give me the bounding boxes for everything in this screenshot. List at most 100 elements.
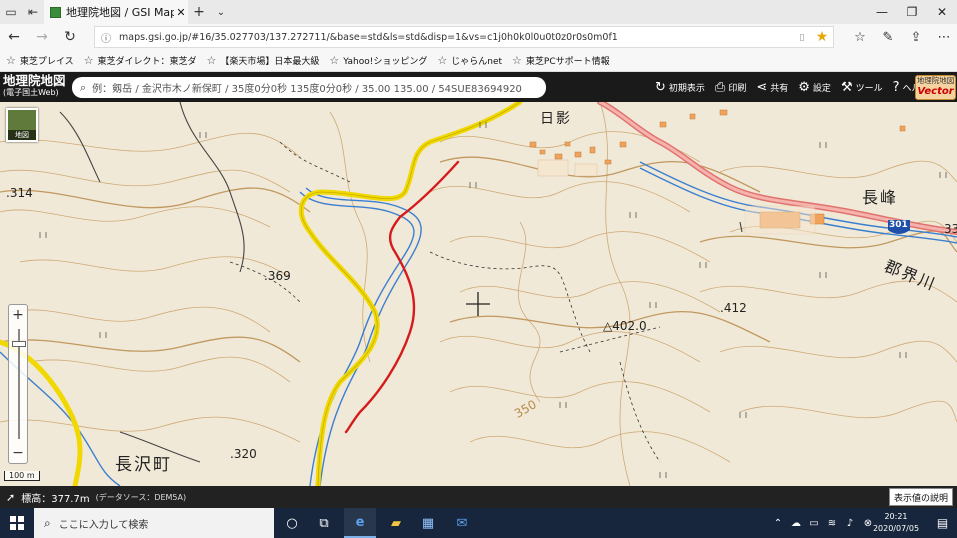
cortana-icon[interactable]: ○ [276,508,308,538]
gsi-favicon-icon [50,6,61,18]
taskbar-search-input[interactable]: ⌕ ここに入力して検索 [34,508,274,538]
elevation-label: .369 [264,269,291,283]
system-tray: ⌃ ☁ ▭ ≋ ♪ ⊗ [770,508,878,538]
gsi-toolbar: ↻初期表示 ⎙印刷 ⋖共有 ⚙設定 ⚒ツール ?ヘルプ [655,72,940,102]
printer-icon: ⎙ [714,79,726,95]
reading-view-icon[interactable]: ▯ [793,32,811,43]
zoom-control: + − [8,304,28,464]
store-icon[interactable]: ▦ [412,508,444,538]
elevation-label: 33 [944,222,957,236]
more-menu-icon[interactable]: ⋯ [930,24,957,50]
route-number: 301 [889,220,908,230]
favorite-star-icon: ☆ [206,54,217,67]
favorites-bar: ☆ 東芝プレイス ☆ 東芝ダイレクト：東芝ダ ☆ 【楽天市場】日本最大級 ☆ Yahoo… [0,50,957,72]
wrench-icon: ⚒ [840,79,853,95]
task-view-icon[interactable]: ⧉ [308,508,340,538]
elevation-label: .314 [6,186,33,200]
mail-icon[interactable]: ✉ [446,508,478,538]
triangulation-point-label: △402.0 [603,319,647,333]
logo-subtitle: (電子国土Web) [3,88,59,97]
zoom-out-button[interactable]: − [9,443,27,463]
favorite-item[interactable]: ☆ じゃらんnet [437,54,502,67]
favorite-item[interactable]: ☆ 【楽天市場】日本最大級 [207,54,320,67]
tab-gsi-maps[interactable]: 地理院地図 / GSI Maps ✕ [44,0,188,24]
print-button[interactable]: ⎙ 印刷 [715,80,746,95]
onedrive-icon[interactable]: ☁ [788,518,804,529]
file-explorer-icon[interactable]: ▰ [380,508,412,538]
elevation-source: (データソース：DEM5A) [95,492,187,502]
topographic-map [0,102,957,486]
favorite-star-icon: ☆ [329,54,340,67]
tab-list-chevron-icon[interactable]: ⌄ [212,0,230,24]
search-placeholder: 例：剱岳 / 金沢市木ノ新保町 / 35度0分0秒 135度0分0秒 / 35.… [92,84,522,95]
share-icon[interactable]: ⇪ [902,24,930,50]
notes-pen-icon[interactable]: ✎ [874,24,902,50]
favorite-star-icon: ☆ [512,54,522,67]
place-search-input[interactable]: ⌕ 例：剱岳 / 金沢市木ノ新保町 / 35度0分0秒 135度0分0秒 / 3… [72,77,546,98]
minimize-icon[interactable]: — [867,0,897,24]
back-arrow-icon[interactable]: ← [0,24,28,50]
favorite-item[interactable]: ☆ 東芝ダイレクト：東芝ダ [84,54,197,67]
gsi-logo[interactable]: 地理院地図 (電子国土Web) [3,74,67,100]
gsi-header: 地理院地図 (電子国土Web) ⌕ 例：剱岳 / 金沢市木ノ新保町 / 35度0… [0,72,957,102]
scale-bar: 100 m [4,471,40,481]
forward-arrow-icon[interactable]: → [28,24,56,50]
favorite-item[interactable]: ☆ 東芝プレイス [6,54,74,67]
search-icon: ⌕ [80,80,87,94]
vector-map-button[interactable]: 地理院地図 Vector [915,75,956,100]
display-value-help-button[interactable]: 表示値の説明 [889,488,953,506]
browser-tab-bar: ▭ ⇤ 地理院地図 / GSI Maps ✕ + ⌄ — ❐ ✕ [0,0,957,24]
battery-icon[interactable]: ▭ [806,518,822,529]
favorite-star-icon[interactable]: ★ [811,29,833,45]
home-view-button[interactable]: ↻ 初期表示 [655,80,705,95]
tools-button[interactable]: ⚒ ツール [841,80,883,95]
map-status-bar: ➚ 標高：377.7m (データソース：DEM5A) [0,486,957,508]
windows-start-icon[interactable] [0,508,34,538]
zoom-in-button[interactable]: + [9,305,27,325]
share-nodes-icon: ⋖ [756,79,768,95]
base-map-thumbnail[interactable]: 地図 [6,108,38,142]
restore-icon[interactable]: ❐ [897,0,927,24]
address-bar[interactable]: ⓘ maps.gsi.go.jp/#16/35.027703/137.27271… [94,26,834,48]
logo-title: 地理院地図 [3,73,66,88]
favorite-star-icon: ☆ [437,54,448,67]
browser-toolbar-right: ☆ ✎ ⇪ ⋯ [846,24,957,50]
tray-chevron-icon[interactable]: ⌃ [770,518,786,529]
reset-view-icon: ↻ [655,79,666,95]
gear-icon: ⚙ [798,79,810,95]
address-url[interactable]: maps.gsi.go.jp/#16/35.027703/137.272711/… [119,32,793,43]
place-name: 長峰 [862,188,899,207]
tab-back-icon[interactable]: ⇤ [22,0,44,24]
volume-icon[interactable]: ♪ [842,518,858,529]
favorites-hub-icon[interactable]: ☆ [846,24,874,50]
tab-close-icon[interactable]: ✕ [174,6,188,19]
close-window-icon[interactable]: ✕ [927,0,957,24]
taskbar-clock[interactable]: 20:21 2020/07/05 [868,511,924,535]
help-icon: ? [892,79,900,95]
place-name: 日影 [540,111,572,127]
tab-title: 地理院地図 / GSI Maps [66,6,174,19]
elevation-label: .320 [230,447,257,461]
share-button[interactable]: ⋖ 共有 [756,80,788,95]
tab-actions-icon[interactable]: ▭ [0,0,22,24]
place-name: 長沢町 [115,455,172,475]
refresh-icon[interactable]: ↻ [56,24,84,50]
favorite-star-icon: ☆ [83,54,94,67]
map-canvas[interactable]: .314 .369 .320 △402.0 .412 33 350 日影 長峰 … [0,102,957,486]
favorite-item[interactable]: ☆ Yahoo!ショッピング [329,54,427,67]
windows-taskbar: ⌕ ここに入力して検索 ○ ⧉ e ▰ ▦ ✉ ⌃ ☁ ▭ ≋ ♪ ⊗ 20:2… [0,508,957,538]
favorite-star-icon: ☆ [6,54,16,67]
site-info-icon[interactable]: ⓘ [101,30,111,45]
edge-browser-icon[interactable]: e [344,508,376,538]
new-tab-icon[interactable]: + [190,0,208,24]
elevation-label: .412 [720,301,747,315]
wifi-icon[interactable]: ≋ [824,518,840,529]
window-controls: — ❐ ✕ [867,0,957,24]
zoom-slider-knob[interactable] [12,341,26,347]
elevation-arrow-icon: ➚ [6,490,16,504]
search-icon: ⌕ [44,515,51,530]
elevation-readout: 標高：377.7m [21,493,90,505]
action-center-icon[interactable]: ▤ [928,508,957,538]
settings-button[interactable]: ⚙ 設定 [798,80,831,95]
favorite-item[interactable]: ☆ 東芝PCサポート情報 [512,54,610,67]
